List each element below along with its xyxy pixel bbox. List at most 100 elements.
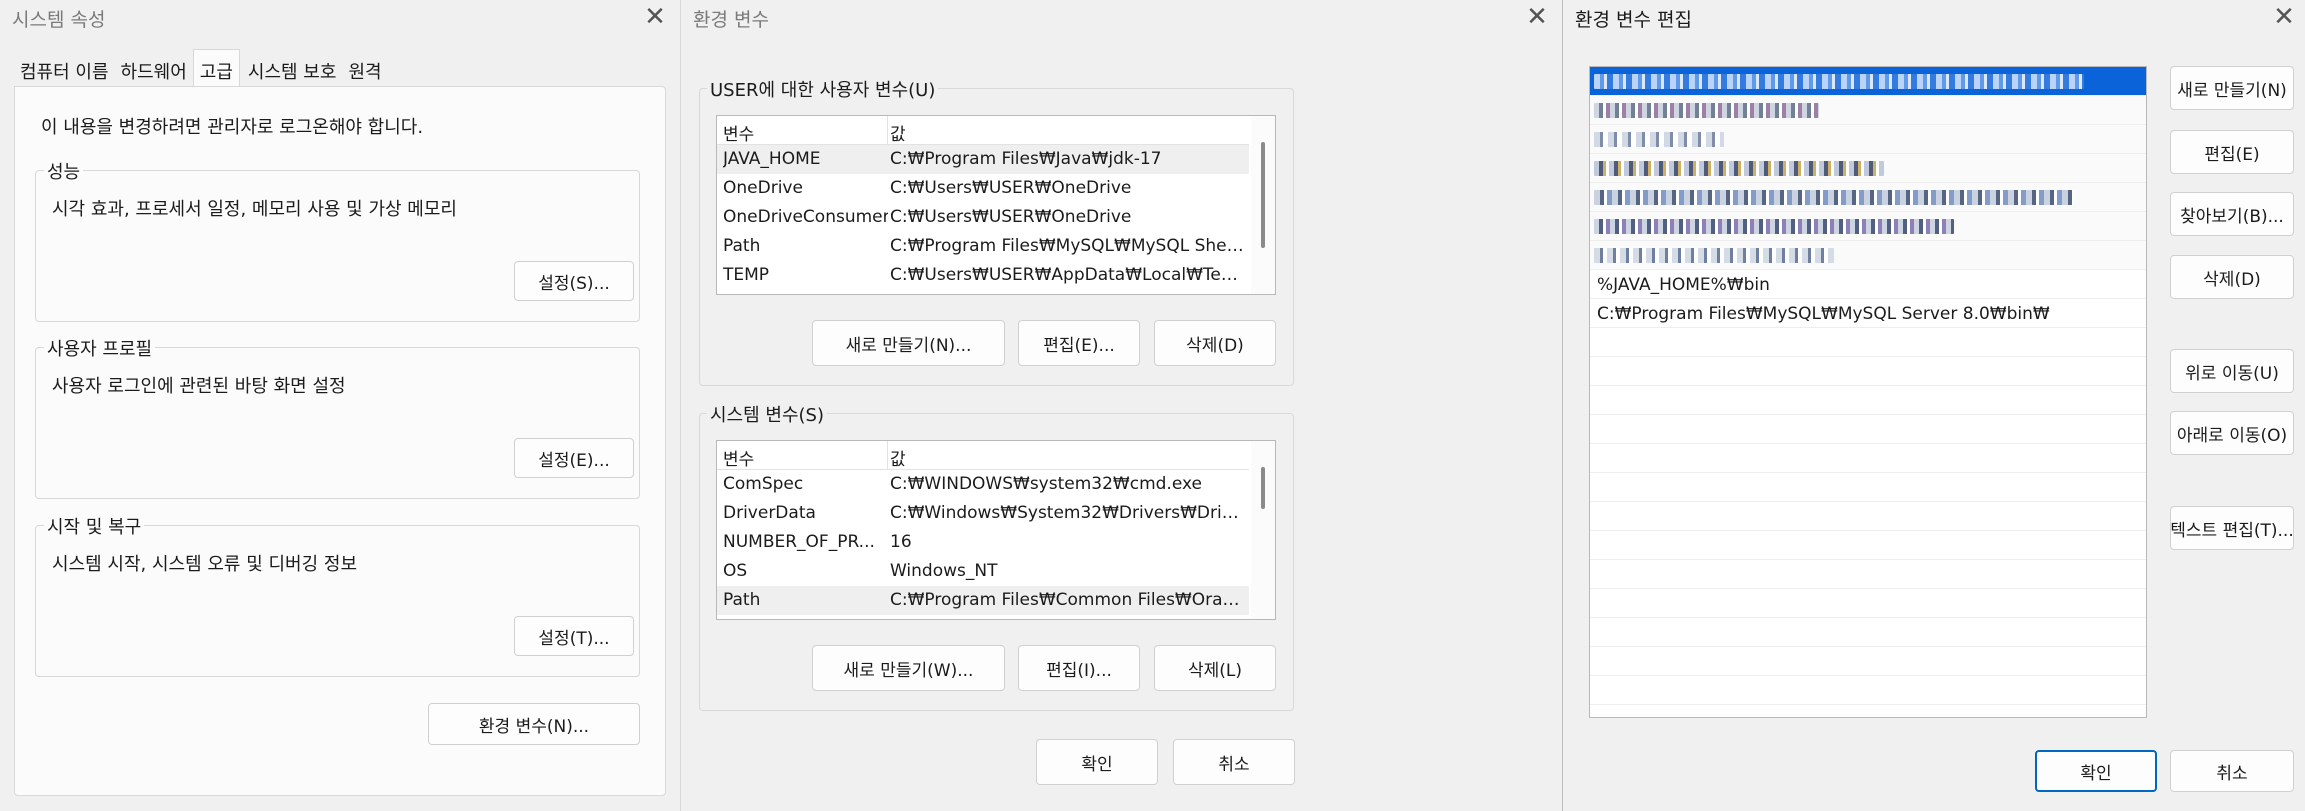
close-icon[interactable]: ✕ — [1518, 2, 1556, 34]
list-item-empty[interactable] — [1590, 502, 2146, 531]
table-row[interactable]: DriverData C:₩Windows₩System32₩Drivers₩D… — [717, 499, 1249, 528]
window-title: 환경 변수 편집 — [1575, 9, 1692, 31]
user-variables-section: USER에 대한 사용자 변수(U) 변수 값 JAVA_HOME C:₩Pro… — [699, 76, 1294, 386]
close-icon[interactable]: ✕ — [636, 2, 674, 34]
close-icon[interactable]: ✕ — [2265, 2, 2303, 34]
list-item-empty[interactable] — [1590, 618, 2146, 647]
tab-bar: 컴퓨터 이름 하드웨어 고급 시스템 보호 원격 — [14, 49, 388, 86]
user-new-button[interactable]: 새로 만들기(N)... — [812, 320, 1005, 366]
list-item-empty[interactable] — [1590, 444, 2146, 473]
list-item-obscured[interactable] — [1590, 125, 2146, 154]
group-description: 시스템 시작, 시스템 오류 및 디버깅 정보 — [52, 554, 358, 575]
obscured-text — [1594, 248, 1834, 263]
system-variables-label: 시스템 변수(S) — [707, 401, 827, 427]
table-row[interactable]: JAVA_HOME C:₩Program Files₩Java₩jdk-17 — [717, 145, 1249, 174]
system-delete-button[interactable]: 삭제(L) — [1154, 645, 1276, 691]
table-row[interactable]: Path C:₩Program Files₩Common Files₩Oracl… — [717, 586, 1249, 615]
browse-button[interactable]: 찾아보기(B)... — [2170, 192, 2294, 236]
variable-value: C:₩Users₩USER₩OneDrive — [890, 178, 1132, 198]
column-header-value[interactable]: 값 — [890, 120, 1245, 145]
user-profile-settings-button[interactable]: 설정(E)... — [514, 438, 634, 478]
list-item-empty[interactable] — [1590, 328, 2146, 357]
list-item-obscured[interactable] — [1590, 212, 2146, 241]
table-row[interactable]: TEMP C:₩Users₩USER₩AppData₩Local₩Temp — [717, 261, 1249, 290]
table-row[interactable]: OS Windows_NT — [717, 557, 1249, 586]
column-header-name[interactable]: 변수 — [723, 116, 888, 144]
list-item-empty[interactable] — [1590, 560, 2146, 589]
window-title: 시스템 속성 — [12, 9, 106, 31]
tab-system-protection[interactable]: 시스템 보호 — [242, 52, 343, 86]
group-legend: 시작 및 복구 — [44, 513, 145, 539]
list-item-obscured[interactable] — [1590, 154, 2146, 183]
table-row[interactable]: OneDrive C:₩Users₩USER₩OneDrive — [717, 174, 1249, 203]
system-properties-window: 시스템 속성 ✕ 컴퓨터 이름 하드웨어 고급 시스템 보호 원격 이 내용을 … — [0, 0, 680, 811]
system-variables-list[interactable]: 변수 값 ComSpec C:₩WINDOWS₩system32₩cmd.exe… — [716, 440, 1276, 620]
list-item[interactable]: %JAVA_HOME%₩bin — [1590, 270, 2146, 299]
variable-name: OneDrive — [723, 178, 803, 198]
list-item[interactable]: C:₩Program Files₩MySQL₩MySQL Server 8.0₩… — [1590, 299, 2146, 328]
startup-recovery-settings-button[interactable]: 설정(T)... — [514, 616, 634, 656]
system-edit-button[interactable]: 편집(I)... — [1018, 645, 1140, 691]
variable-value: 16 — [890, 532, 912, 552]
variable-value: C:₩Program Files₩Common Files₩Oracle... — [890, 590, 1245, 610]
scrollbar-thumb[interactable] — [1261, 142, 1265, 248]
list-item-obscured[interactable] — [1590, 241, 2146, 270]
edit-entry-button[interactable]: 편집(E) — [2170, 130, 2294, 174]
delete-entry-button[interactable]: 삭제(D) — [2170, 255, 2294, 299]
tab-remote[interactable]: 원격 — [342, 52, 387, 86]
system-properties-titlebar: 시스템 속성 ✕ — [0, 0, 680, 36]
list-item-empty[interactable] — [1590, 415, 2146, 444]
variable-value: C:₩Users₩USER₩AppData₩Local₩Temp — [890, 265, 1245, 285]
list-item-empty[interactable] — [1590, 676, 2146, 705]
path-entries-list[interactable]: %JAVA_HOME%₩bin C:₩Program Files₩MySQL₩M… — [1589, 66, 2147, 718]
cancel-button[interactable]: 취소 — [1173, 739, 1295, 785]
vertical-scrollbar[interactable] — [1251, 116, 1275, 294]
group-description: 시각 효과, 프로세서 일정, 메모리 사용 및 가상 메모리 — [52, 199, 457, 220]
variable-name: ComSpec — [723, 474, 804, 494]
ok-button[interactable]: 확인 — [1036, 739, 1158, 785]
variable-value: C:₩Users₩USER₩OneDrive — [890, 207, 1132, 227]
user-delete-button[interactable]: 삭제(D) — [1154, 320, 1276, 366]
ok-button[interactable]: 확인 — [2035, 750, 2157, 792]
move-down-button[interactable]: 아래로 이동(O) — [2170, 411, 2294, 455]
variable-name: JAVA_HOME — [723, 149, 821, 169]
table-row[interactable]: ComSpec C:₩WINDOWS₩system32₩cmd.exe — [717, 470, 1249, 499]
column-header-name[interactable]: 변수 — [723, 441, 888, 469]
vertical-scrollbar[interactable] — [1251, 441, 1275, 619]
system-variables-section: 시스템 변수(S) 변수 값 ComSpec C:₩WINDOWS₩system… — [699, 401, 1294, 711]
column-header-value[interactable]: 값 — [890, 445, 1245, 470]
variable-value: C:₩WINDOWS₩system32₩cmd.exe — [890, 474, 1202, 494]
tab-advanced[interactable]: 고급 — [192, 49, 240, 86]
user-variables-list[interactable]: 변수 값 JAVA_HOME C:₩Program Files₩Java₩jdk… — [716, 115, 1276, 295]
cancel-button[interactable]: 취소 — [2170, 750, 2294, 792]
list-item-empty[interactable] — [1590, 473, 2146, 502]
variable-value: C:₩Program Files₩Java₩jdk-17 — [890, 149, 1162, 169]
new-entry-button[interactable]: 새로 만들기(N) — [2170, 66, 2294, 110]
list-item-obscured[interactable] — [1590, 67, 2146, 96]
table-row[interactable]: NUMBER_OF_PR... 16 — [717, 528, 1249, 557]
tab-computer-name[interactable]: 컴퓨터 이름 — [14, 52, 115, 86]
list-item-empty[interactable] — [1590, 357, 2146, 386]
user-variables-label: USER에 대한 사용자 변수(U) — [707, 76, 939, 102]
variable-name: OneDriveConsumer — [723, 207, 888, 227]
move-up-button[interactable]: 위로 이동(U) — [2170, 349, 2294, 393]
list-item-obscured[interactable] — [1590, 183, 2146, 212]
tab-hardware[interactable]: 하드웨어 — [115, 52, 193, 86]
environment-variables-button[interactable]: 환경 변수(N)... — [428, 703, 640, 745]
list-item-obscured[interactable] — [1590, 96, 2146, 125]
admin-notice: 이 내용을 변경하려면 관리자로 로그온해야 합니다. — [41, 117, 424, 138]
scrollbar-thumb[interactable] — [1261, 467, 1265, 509]
table-row[interactable]: OneDriveConsumer C:₩Users₩USER₩OneDrive — [717, 203, 1249, 232]
path-entry-text: %JAVA_HOME%₩bin — [1597, 275, 1770, 295]
list-item-empty[interactable] — [1590, 531, 2146, 560]
list-item-empty[interactable] — [1590, 647, 2146, 676]
list-item-empty[interactable] — [1590, 386, 2146, 415]
variable-value: C:₩Program Files₩MySQL₩MySQL Shell ... — [890, 236, 1245, 256]
table-row[interactable]: Path C:₩Program Files₩MySQL₩MySQL Shell … — [717, 232, 1249, 261]
performance-settings-button[interactable]: 설정(S)... — [514, 261, 634, 301]
system-new-button[interactable]: 새로 만들기(W)... — [812, 645, 1005, 691]
edit-text-button[interactable]: 텍스트 편집(T)... — [2170, 506, 2294, 550]
group-performance: 성능 시각 효과, 프로세서 일정, 메모리 사용 및 가상 메모리 설정(S)… — [35, 158, 640, 322]
list-item-empty[interactable] — [1590, 589, 2146, 618]
user-edit-button[interactable]: 편집(E)... — [1018, 320, 1140, 366]
